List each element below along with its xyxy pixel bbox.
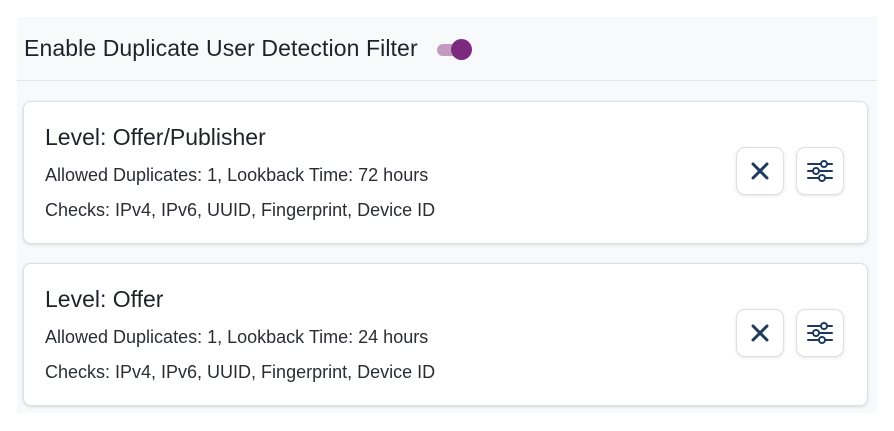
sliders-icon: [807, 160, 833, 182]
toggle-thumb: [450, 38, 472, 60]
sliders-icon: [807, 322, 833, 344]
duplicate-filter-panel: Enable Duplicate User Detection Filter L…: [17, 17, 877, 413]
rule-checks: Checks: IPv4, IPv6, UUID, Fingerprint, D…: [45, 200, 436, 220]
close-icon: [751, 162, 769, 180]
filter-header: Enable Duplicate User Detection Filter: [17, 17, 877, 81]
enable-filter-toggle[interactable]: [436, 38, 473, 60]
rule-level: Level: Offer: [45, 286, 164, 312]
remove-rule-button[interactable]: [736, 309, 784, 357]
rule-details: Allowed Duplicates: 1, Lookback Time: 24…: [45, 327, 429, 347]
rule-settings-button[interactable]: [796, 147, 844, 195]
remove-rule-button[interactable]: [736, 147, 784, 195]
rule-card: Level: Offer Allowed Duplicates: 1, Look…: [23, 263, 868, 406]
filter-title: Enable Duplicate User Detection Filter: [24, 35, 418, 61]
rule-level: Level: Offer/Publisher: [45, 124, 266, 150]
rule-card: Level: Offer/Publisher Allowed Duplicate…: [23, 101, 868, 244]
rule-checks: Checks: IPv4, IPv6, UUID, Fingerprint, D…: [45, 362, 436, 382]
close-icon: [751, 324, 769, 342]
rule-settings-button[interactable]: [796, 309, 844, 357]
rule-details: Allowed Duplicates: 1, Lookback Time: 72…: [45, 165, 429, 185]
